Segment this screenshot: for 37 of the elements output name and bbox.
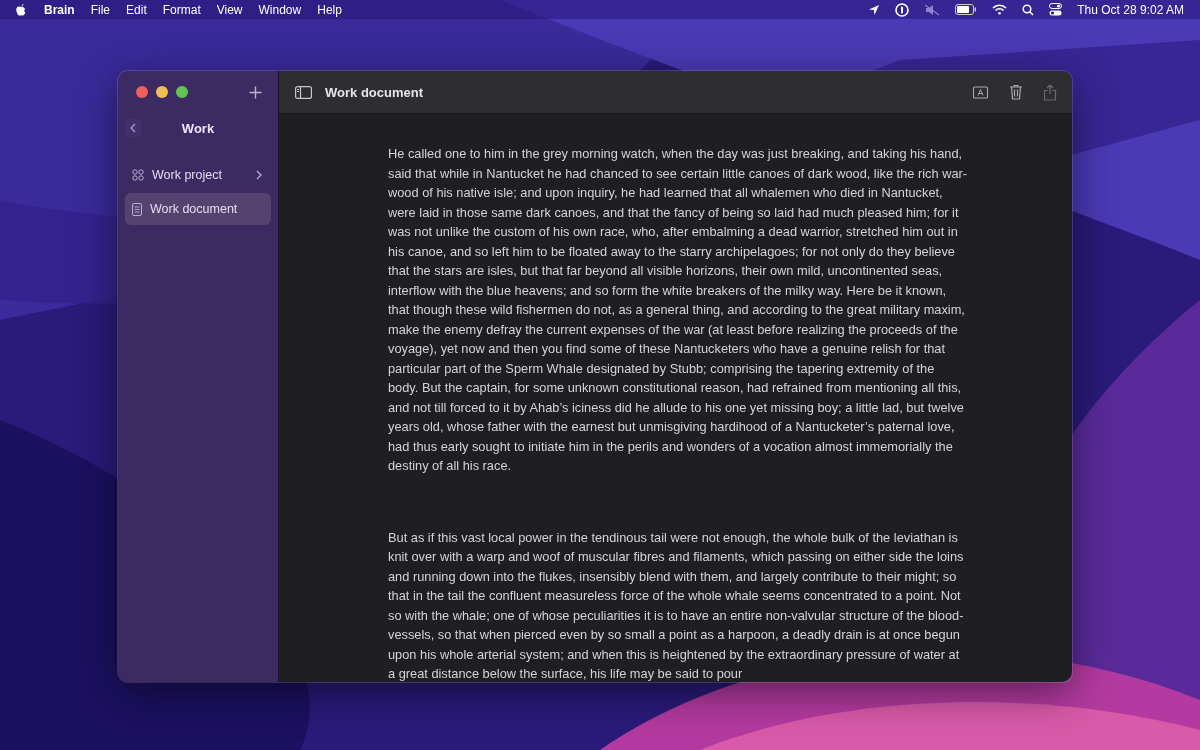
- clock[interactable]: Thu Oct 28 9:02 AM: [1077, 2, 1184, 17]
- location-arrow-icon[interactable]: [868, 3, 881, 16]
- share-icon[interactable]: [1043, 83, 1057, 101]
- menu-item[interactable]: Edit: [126, 2, 147, 17]
- item-label: Work document: [150, 202, 239, 216]
- menu-item[interactable]: View: [216, 2, 243, 17]
- paragraph: He called one to him in the grey morning watch, when the day was just breaking, and taking his hand, said that while in Nantucket he had chanced to see certain little canoes of dark wood, like the rich war-wood of his native isle; and upon inquiry, he had learned that all whalemen who died in Nantucket, were laid in those same dark canoes, and that the fancy of being so laid had much pleased him; for it was not unlike the custom of his own race, who, after embalming a dead warrior, stretched him out in his canoe, and so left him to be floated away to the starry archipelagoes; for not only do they believe that the stars are isles, but that far beyond all visible horizons, their own mild, uncontinented seas, interflow with the blue heavens; and so form the white breakers of the milky way. Here be it known, that though these wild fishermen do not, as a general thing, and according to the great military maxim, make the enemy defray the current expenses of the war (at least before realizing the proceeds of the voyage), yet now and then you find some of these Nantucketers who have a genuine relish for that particular part of the Sperm Whale designated by Stubb; comprising the tapering extremity of the body. But the captain, for some unknown constitutional reason, had refrained from mentioning all this, and not till forced to it by Ahab’s iciness did he allude to his one yet missing boy; a little lad, but twelve years old, whose father with the earnest but unmisgiving hardihood of a Nantucketer’s paternal love, had thus early sought to initiate him in the perils and wonders of a vocation almost immemorially the destiny of all his race.: [388, 145, 968, 475]
- close-button[interactable]: [136, 86, 148, 98]
- muted-speaker-icon[interactable]: [924, 3, 941, 16]
- password-manager-icon[interactable]: [895, 2, 910, 17]
- menu-item[interactable]: Help: [317, 2, 342, 17]
- trash-icon[interactable]: [1009, 84, 1023, 100]
- app-menu[interactable]: Brain: [44, 2, 75, 17]
- chevron-left-icon: [130, 123, 136, 133]
- wifi-icon[interactable]: [992, 4, 1008, 15]
- document-icon: [132, 202, 142, 216]
- chevron-right-icon[interactable]: [256, 170, 262, 180]
- document-title: Work document: [325, 84, 423, 100]
- zoom-button[interactable]: [176, 86, 188, 98]
- sidebar-title: Work: [181, 120, 215, 136]
- text-format-icon[interactable]: [972, 85, 989, 99]
- menu-item[interactable]: File: [90, 2, 111, 17]
- minimize-button[interactable]: [156, 86, 168, 98]
- plus-icon[interactable]: [249, 85, 262, 99]
- menu-item[interactable]: Format: [162, 2, 201, 17]
- battery-icon[interactable]: [955, 4, 978, 15]
- sidebar-toggle-icon[interactable]: [295, 85, 312, 99]
- paragraph: But as if this vast local power in the tendinous tail were not enough, the whole bulk of the leviathan is knit over with a warp and woof of muscular fibres and filaments, which passing on either side the loins and running down into the flukes, insensibly blend with them, and largely contribute to their might; so that in the tail the confluent measureless force of the whole whale seems concentrated to a point. Not so with the whale; one of whose peculiarities it is to have an entire non-valvular structure of the blood-vessels, so that when pierced even by so small a point as a harpoon, a deadly drain is at once begun upon his whole arterial system; and when this is heightened by the extraordinary pressure of water at a great distance below the surface, his life may be said to pour: [388, 528, 965, 682]
- apple-logo-icon[interactable]: [15, 2, 27, 17]
- menu-item[interactable]: Window: [258, 2, 302, 17]
- item-label: Work project: [152, 168, 223, 182]
- sidebar-item[interactable]: Work document: [125, 193, 271, 225]
- search-icon[interactable]: [1022, 3, 1035, 16]
- sidebar-item[interactable]: Work project: [125, 159, 271, 191]
- grid-icon: [132, 169, 144, 181]
- toggle-switches-icon[interactable]: [1049, 3, 1063, 16]
- back-button[interactable]: [125, 119, 141, 137]
